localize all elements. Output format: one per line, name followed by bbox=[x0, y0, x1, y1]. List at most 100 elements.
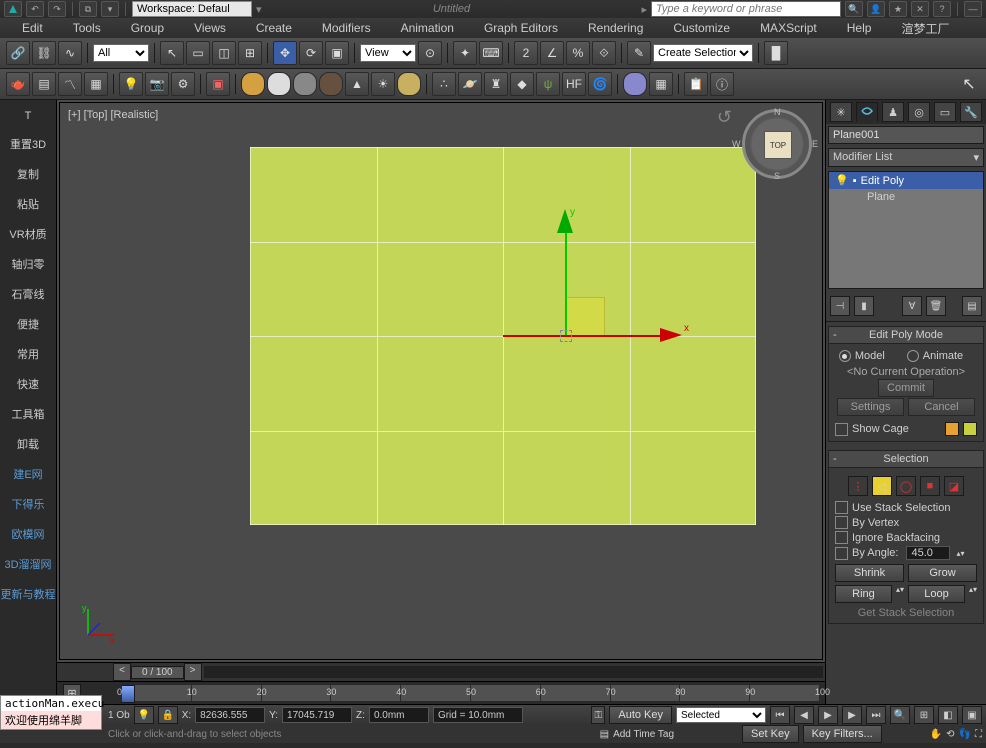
link-icon[interactable]: ⧉ bbox=[79, 1, 97, 17]
edge-mode-icon[interactable]: ◁ bbox=[872, 476, 892, 496]
keyboard-shortcut-icon[interactable]: ⌨ bbox=[479, 41, 503, 65]
shelf-item[interactable]: 快速 bbox=[0, 370, 56, 398]
next-frame-icon[interactable]: > bbox=[184, 663, 202, 681]
manipulate-icon[interactable]: ✦ bbox=[453, 41, 477, 65]
steering-wheel-icon[interactable]: ↺ bbox=[717, 107, 732, 128]
shelf-item[interactable]: 复制 bbox=[0, 160, 56, 188]
particles-icon[interactable]: ∴ bbox=[432, 72, 456, 96]
x-coord-field[interactable]: 82636.555 bbox=[195, 707, 265, 723]
prev-frame-icon[interactable]: < bbox=[113, 663, 131, 681]
camera-icon[interactable]: 📷 bbox=[145, 72, 169, 96]
shelf-link[interactable]: 更新与教程 bbox=[0, 580, 56, 608]
menu-tools[interactable]: Tools bbox=[59, 19, 115, 37]
ring-button[interactable]: Ring bbox=[835, 585, 892, 603]
exchange-icon[interactable]: ✕ bbox=[911, 1, 929, 17]
script-listener-icon[interactable]: ▤ bbox=[600, 729, 609, 740]
menu-modifiers[interactable]: Modifiers bbox=[308, 19, 385, 37]
tab-modify-icon[interactable] bbox=[856, 102, 878, 122]
time-slider[interactable]: < 0 / 100 > bbox=[57, 662, 825, 681]
use-stack-selection-checkbox[interactable]: Use Stack Selection bbox=[835, 500, 977, 515]
auto-key-button[interactable]: Auto Key bbox=[609, 706, 672, 724]
clipboard-icon[interactable]: 📋 bbox=[684, 72, 708, 96]
modifier-list-dropdown[interactable]: Modifier List▾ bbox=[828, 148, 984, 167]
prev-key-icon[interactable]: ◀ bbox=[794, 706, 814, 724]
rotate-tool-icon[interactable]: ⟳ bbox=[299, 41, 323, 65]
pivot-center-icon[interactable]: ⊙ bbox=[418, 41, 442, 65]
app-icon[interactable] bbox=[4, 1, 22, 17]
get-stack-selection-button[interactable]: Get Stack Selection bbox=[835, 603, 977, 619]
pin-stack-icon[interactable]: ⊣ bbox=[830, 296, 850, 316]
tab-create-icon[interactable]: ✳ bbox=[830, 102, 852, 122]
nav-zoom-icon[interactable]: 🔍 bbox=[890, 706, 910, 724]
gears-icon[interactable]: ⚙ bbox=[171, 72, 195, 96]
swirl-icon[interactable]: 🌀 bbox=[588, 72, 612, 96]
snap-spinner-icon[interactable]: ⟐ bbox=[592, 41, 616, 65]
shelf-item[interactable]: 工具箱 bbox=[0, 400, 56, 428]
shelf-item[interactable]: 卸载 bbox=[0, 430, 56, 458]
redo-icon[interactable]: ↷ bbox=[48, 1, 66, 17]
nav-orbit-icon[interactable]: ⟲ bbox=[946, 729, 954, 740]
timeline-ruler[interactable]: 0102030405060708090100 bbox=[121, 685, 819, 701]
show-cage-checkbox[interactable]: Show Cage bbox=[835, 418, 977, 437]
nav-max-toggle-icon[interactable]: ⛶ bbox=[975, 729, 982, 740]
stack-item[interactable]: 💡▪Edit Poly bbox=[829, 172, 983, 189]
listener-input-line[interactable]: 欢迎使用绵羊脚 bbox=[1, 711, 101, 729]
grid-toggle-icon[interactable]: ▦ bbox=[649, 72, 673, 96]
play-icon[interactable]: ▶ bbox=[818, 706, 838, 724]
ignore-backfacing-checkbox[interactable]: Ignore Backfacing bbox=[835, 530, 977, 545]
grow-button[interactable]: Grow bbox=[908, 564, 977, 582]
scale-tool-icon[interactable]: ▣ bbox=[325, 41, 349, 65]
configure-sets-icon[interactable]: ▤ bbox=[962, 296, 982, 316]
timeline[interactable]: ⊞ 0102030405060708090100 bbox=[57, 681, 825, 704]
menu-graph-editors[interactable]: Graph Editors bbox=[470, 19, 572, 37]
by-vertex-checkbox[interactable]: By Vertex bbox=[835, 515, 977, 530]
key-filters-button[interactable]: Key Filters... bbox=[803, 725, 882, 743]
shelf-link[interactable]: 欧模网 bbox=[0, 520, 56, 548]
menu-edit[interactable]: Edit bbox=[8, 19, 57, 37]
cone-icon[interactable]: ▲ bbox=[345, 72, 369, 96]
set-key-button[interactable]: Set Key bbox=[742, 725, 799, 743]
light-icon[interactable]: 💡 bbox=[119, 72, 143, 96]
shrink-button[interactable]: Shrink bbox=[835, 564, 904, 582]
next-key-icon[interactable]: ▶ bbox=[842, 706, 862, 724]
named-selset-edit-icon[interactable]: ✎ bbox=[627, 41, 651, 65]
rollout-header[interactable]: -Selection bbox=[829, 451, 983, 468]
tab-motion-icon[interactable]: ◎ bbox=[908, 102, 930, 122]
cursor-icon[interactable]: ↖ bbox=[958, 73, 980, 95]
rock-icon[interactable]: ◆ bbox=[510, 72, 534, 96]
nav-zoom-all-icon[interactable]: ⊞ bbox=[914, 706, 934, 724]
goto-end-icon[interactable]: ⏭ bbox=[866, 706, 886, 724]
workspace-selector[interactable]: Workspace: Defaul bbox=[132, 1, 252, 17]
border-mode-icon[interactable]: ◯ bbox=[896, 476, 916, 496]
mat-1-icon[interactable] bbox=[241, 72, 265, 96]
schematic-view-icon[interactable]: ▦ bbox=[84, 72, 108, 96]
cancel-button[interactable]: Cancel bbox=[908, 398, 975, 416]
named-selection-sets[interactable]: Create Selection Set bbox=[653, 44, 753, 62]
menu-customize[interactable]: Customize bbox=[659, 19, 744, 37]
remove-mod-icon[interactable]: 🗑 bbox=[926, 296, 946, 316]
shelf-item[interactable]: 常用 bbox=[0, 340, 56, 368]
minimize-icon[interactable]: — bbox=[964, 1, 982, 17]
key-mode-dropdown[interactable]: Selected bbox=[676, 707, 766, 723]
help-icon[interactable]: ? bbox=[933, 1, 951, 17]
chevron-down-icon[interactable]: ▾ bbox=[101, 1, 119, 17]
snap-percent-icon[interactable]: % bbox=[566, 41, 590, 65]
show-end-result-icon[interactable]: ▮ bbox=[854, 296, 874, 316]
shelf-item[interactable]: 粘贴 bbox=[0, 190, 56, 218]
gizmo-x-arrow-icon[interactable] bbox=[660, 328, 682, 342]
mat-4-icon[interactable] bbox=[319, 72, 343, 96]
key-icon[interactable]: ⚿ bbox=[591, 706, 605, 724]
nav-walk-icon[interactable]: 👣 bbox=[959, 729, 971, 740]
snap-2d-icon[interactable]: 2 bbox=[514, 41, 538, 65]
undo-icon[interactable]: ↶ bbox=[26, 1, 44, 17]
mat-2-icon[interactable] bbox=[267, 72, 291, 96]
menu-group[interactable]: Group bbox=[117, 19, 178, 37]
shelf-link[interactable]: 建E网 bbox=[0, 460, 56, 488]
select-region-icon[interactable]: ◫ bbox=[212, 41, 236, 65]
make-unique-icon[interactable]: ∀ bbox=[902, 296, 922, 316]
shelf-link[interactable]: 3D溜溜网 bbox=[0, 550, 56, 578]
bind-spacewarp-icon[interactable]: ∿ bbox=[58, 41, 82, 65]
time-slider-thumb[interactable]: 0 / 100 bbox=[131, 666, 184, 679]
element-mode-icon[interactable]: ◪ bbox=[944, 476, 964, 496]
hf-icon[interactable]: HF bbox=[562, 72, 586, 96]
